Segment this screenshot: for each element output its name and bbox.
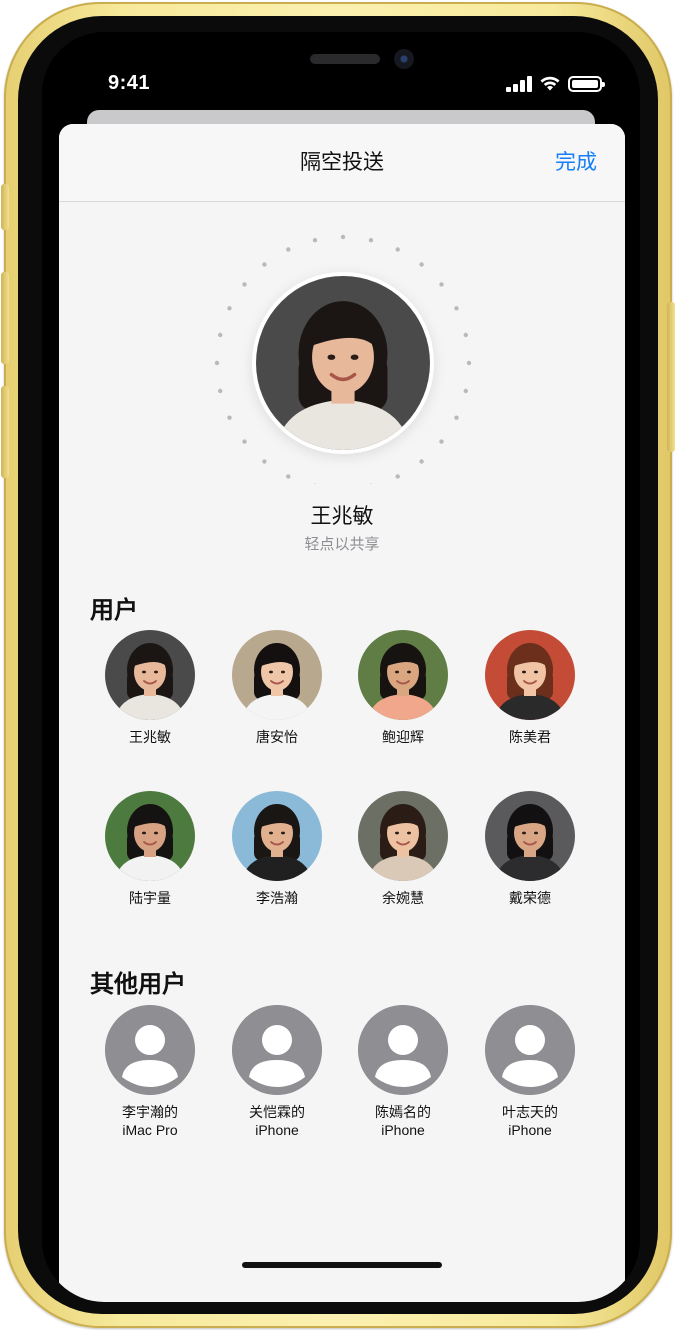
front-camera (394, 49, 414, 69)
person-avatar (485, 791, 575, 881)
status-time: 9:41 (108, 72, 151, 94)
person-name: 唐安怡 (256, 729, 298, 745)
device-tile[interactable]: 关恺霖的 iPhone (217, 1005, 337, 1139)
person-tile[interactable]: 陈美君 (470, 630, 590, 746)
featured-person-avatar[interactable] (256, 276, 430, 450)
pulse-dot (242, 282, 247, 287)
person-name: 王兆敏 (129, 729, 171, 745)
generic-person-icon (105, 1005, 195, 1095)
person-avatar (485, 630, 575, 720)
person-name: 戴荣德 (509, 890, 551, 906)
device-name: 关恺霖的 iPhone (217, 1103, 337, 1139)
person-avatar (105, 791, 195, 881)
device-name: 陈嫣名的 iPhone (343, 1103, 463, 1139)
pulse-dot (218, 332, 223, 338)
status-bar: 9:41 (42, 70, 640, 100)
device-owner-label: 关恺霖的 (249, 1104, 305, 1120)
pulse-dot (439, 439, 444, 444)
device-model-label: iPhone (255, 1122, 299, 1138)
airdrop-sheet: 隔空投送 完成 王兆敏 轻点以共享 用户 王兆敏 唐安怡 鲍迎辉 陈美君 陆宇量 李浩瀚余… (59, 124, 625, 1302)
volume-up-button (1, 272, 9, 364)
other-users-heading: 其他用户 (90, 971, 186, 998)
person-name: 鲍迎辉 (382, 729, 424, 745)
earpiece-speaker (310, 54, 380, 64)
generic-person-icon (485, 1005, 575, 1095)
pulse-dot (242, 439, 247, 444)
pulse-dot (419, 262, 424, 267)
person-tile[interactable]: 陆宇量 (90, 791, 210, 907)
pulse-dot (454, 306, 459, 311)
iphone-frame: 9:41 隔空投送 完成 王兆敏 轻点以共享 用户 王兆敏 唐安怡 鲍迎辉 陈美… (1, 2, 675, 1328)
device-model-label: iPhone (381, 1122, 425, 1138)
device-name: 叶志天的 iPhone (470, 1103, 590, 1139)
device-tile[interactable]: 李宇瀚的 iMac Pro (90, 1005, 210, 1139)
person-tile[interactable]: 鲍迎辉 (343, 630, 463, 746)
device-tile[interactable]: 叶志天的 iPhone (470, 1005, 590, 1139)
person-name: 陈美君 (509, 729, 551, 745)
generic-person-icon (232, 1005, 322, 1095)
pulse-dot (227, 306, 232, 311)
pulse-dot (227, 415, 232, 420)
pulse-dot (463, 332, 468, 338)
person-name: 陆宇量 (129, 890, 171, 906)
wifi-icon (540, 76, 560, 91)
pulse-dot (439, 282, 444, 287)
person-avatar (232, 791, 322, 881)
person-name: 李浩瀚 (256, 890, 298, 906)
person-name: 余婉慧 (382, 890, 424, 906)
pulse-dot (395, 474, 400, 479)
device-owner-label: 陈嫣名的 (375, 1104, 431, 1120)
volume-down-button (1, 386, 9, 478)
pulse-dot (395, 247, 400, 252)
person-tile[interactable]: 唐安怡 (217, 630, 337, 746)
featured-person-name: 王兆敏 (310, 505, 374, 528)
device-model-label: iMac Pro (122, 1122, 178, 1138)
side-button (667, 302, 675, 452)
person-avatar (105, 630, 195, 720)
device-owner-label: 李宇瀚的 (122, 1104, 178, 1120)
pulse-dot (454, 415, 459, 420)
pulse-dot (466, 360, 472, 366)
pulse-dot (218, 388, 223, 394)
pulse-dot (463, 388, 468, 394)
person-avatar (358, 630, 448, 720)
device-tile[interactable]: 陈嫣名的 iPhone (343, 1005, 463, 1139)
pulse-dot (214, 360, 220, 366)
pulse-dot (286, 474, 291, 479)
people-heading: 用户 (90, 597, 138, 624)
device-name: 李宇瀚的 iMac Pro (90, 1103, 210, 1139)
person-tile[interactable]: 余婉慧 (343, 791, 463, 907)
home-indicator (242, 1262, 442, 1268)
pulse-dot (286, 247, 291, 252)
pulse-dot (312, 238, 318, 243)
mute-switch (1, 184, 9, 230)
battery-icon (568, 76, 605, 92)
cellular-signal-icon (506, 76, 532, 92)
featured-share-hint: 轻点以共享 (304, 536, 380, 553)
pulse-dot (262, 262, 267, 267)
pulse-dot (262, 459, 267, 464)
person-avatar (358, 791, 448, 881)
pulse-dot (419, 459, 424, 464)
person-avatar (232, 630, 322, 720)
person-tile[interactable]: 王兆敏 (90, 630, 210, 746)
device-owner-label: 叶志天的 (502, 1104, 558, 1120)
pulse-dot (340, 234, 346, 240)
screen: 9:41 隔空投送 完成 王兆敏 轻点以共享 用户 王兆敏 唐安怡 鲍迎辉 陈美… (42, 32, 640, 1302)
person-tile[interactable]: 戴荣德 (470, 791, 590, 907)
generic-person-icon (358, 1005, 448, 1095)
pulse-dot (368, 238, 374, 243)
device-model-label: iPhone (508, 1122, 552, 1138)
person-tile[interactable]: 李浩瀚 (217, 791, 337, 907)
